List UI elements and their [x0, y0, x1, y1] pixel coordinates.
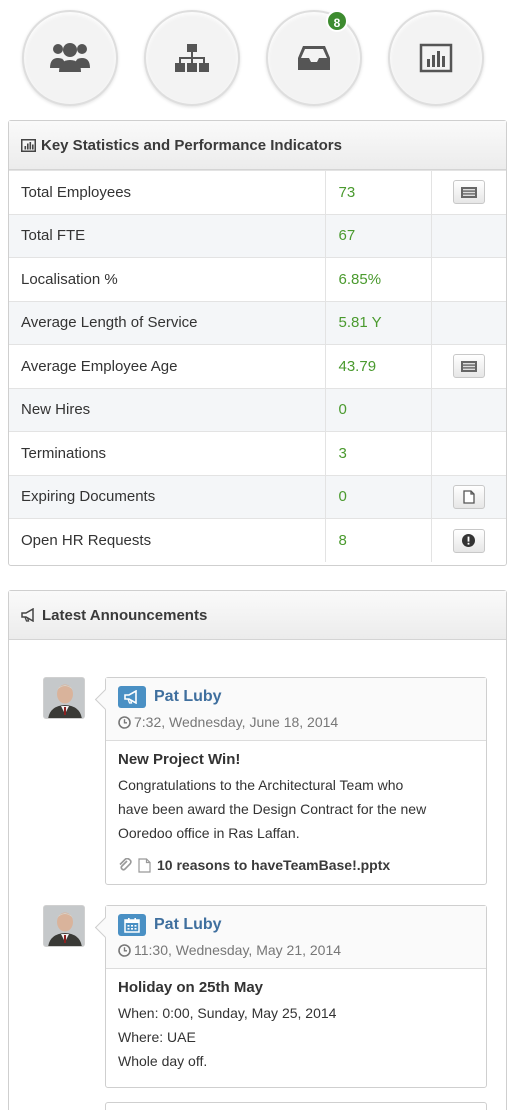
people-button[interactable] [22, 10, 118, 106]
clock-icon [118, 943, 131, 957]
table-row: New Hires 0 [9, 387, 506, 432]
inbox-badge: 8 [326, 10, 348, 32]
table-row: Average Employee Age 43.79 [9, 344, 506, 388]
person-photo-icon [44, 678, 84, 718]
announcement-time: 7:32, Wednesday, June 18, 2014 [134, 714, 339, 730]
stat-label: Total FTE [9, 213, 326, 258]
announcement-header: Pat Luby 11:30, Wednesday, May 21, 2014 [106, 906, 486, 969]
document-icon [463, 490, 475, 504]
org-chart-button[interactable] [144, 10, 240, 106]
text-line: have been award the Design Contract for … [118, 801, 427, 817]
list-icon [460, 360, 477, 372]
stat-label: Expiring Documents [9, 474, 326, 519]
list-button[interactable] [452, 354, 485, 379]
text-line: Congratulations to the Architectural Tea… [118, 777, 404, 793]
announcements-panel-header: Latest Announcements [9, 591, 506, 640]
author-link[interactable]: Pat Luby [154, 688, 222, 706]
stat-value: 43.79 [325, 344, 432, 388]
announcement-title: Holiday on 25th May [118, 979, 264, 996]
list-icon [460, 186, 477, 198]
announcement-time: 11:30, Wednesday, May 21, 2014 [134, 942, 342, 958]
announcement-card [105, 1102, 487, 1110]
requests-button[interactable] [452, 528, 485, 553]
announcements-panel: Latest Announcements Pat Luby 7:32, Wedn… [8, 590, 507, 1110]
megaphone-icon [21, 608, 34, 622]
announcement-title: New Project Win! [118, 751, 241, 768]
text-line: Where: UAE [118, 1029, 196, 1045]
avatar[interactable] [43, 677, 85, 719]
announcement-card: Pat Luby 11:30, Wednesday, May 21, 2014 … [105, 905, 487, 1088]
stat-value: 67 [325, 213, 432, 258]
bar-chart-icon [21, 138, 36, 152]
stats-panel-header: Key Statistics and Performance Indicator… [9, 121, 506, 170]
stat-value: 73 [325, 170, 432, 214]
file-icon [138, 857, 151, 873]
bar-chart-icon [419, 43, 453, 73]
stats-panel: Key Statistics and Performance Indicator… [8, 120, 507, 566]
attachment-name: 10 reasons to haveTeamBase!.pptx [157, 857, 391, 873]
avatar[interactable] [43, 905, 85, 947]
announcement-content: New Project Win! Congratulations to the … [106, 741, 486, 885]
stat-value: 0 [325, 474, 432, 519]
stat-label: Average Employee Age [9, 344, 326, 388]
stat-value: 8 [325, 518, 432, 562]
table-row: Open HR Requests 8 [9, 518, 506, 562]
stat-label: Open HR Requests [9, 518, 326, 562]
stat-value: 6.85% [325, 257, 432, 301]
sitemap-icon [175, 44, 209, 72]
reports-button[interactable] [388, 10, 484, 106]
text-line: Ooredoo office in Ras Laffan. [118, 825, 300, 841]
announcement-type-badge [118, 686, 146, 708]
stats-table: Total Employees 73 Total FTE 67 Localisa… [9, 170, 506, 562]
stat-label: Localisation % [9, 257, 326, 301]
table-row: Average Length of Service 5.81 Y [9, 300, 506, 345]
inbox-button[interactable]: 8 [266, 10, 362, 106]
author-link[interactable]: Pat Luby [154, 916, 222, 934]
announcement-type-badge [118, 914, 146, 936]
people-icon [50, 43, 90, 72]
calendar-icon [124, 917, 140, 933]
table-row: Total FTE 67 [9, 213, 506, 258]
table-row: Total Employees 73 [9, 170, 506, 214]
stat-label: Average Length of Service [9, 300, 326, 345]
announcement-text: When: 0:00, Sunday, May 25, 2014 Where: … [118, 1001, 474, 1073]
announcement-header: Pat Luby 7:32, Wednesday, June 18, 2014 [106, 678, 486, 741]
stat-label: Total Employees [9, 170, 326, 214]
document-button[interactable] [452, 484, 485, 509]
list-button[interactable] [452, 180, 485, 205]
attachment-link[interactable]: 10 reasons to haveTeamBase!.pptx [118, 857, 474, 873]
announcements-panel-title: Latest Announcements [42, 606, 208, 624]
top-nav: 8 [0, 0, 508, 110]
megaphone-icon [124, 690, 137, 704]
inbox-icon [298, 46, 330, 70]
clock-icon [118, 715, 131, 729]
stats-panel-title: Key Statistics and Performance Indicator… [41, 136, 342, 154]
announcements-timeline: Pat Luby 7:32, Wednesday, June 18, 2014 … [9, 640, 506, 1110]
table-row: Terminations 3 [9, 431, 506, 475]
person-photo-icon [44, 906, 84, 946]
exclamation-icon [462, 534, 476, 547]
announcement-content: Holiday on 25th May When: 0:00, Sunday, … [106, 969, 486, 1085]
paperclip-icon [119, 858, 132, 871]
table-row: Expiring Documents 0 [9, 474, 506, 519]
stat-label: Terminations [9, 431, 326, 475]
text-line: When: 0:00, Sunday, May 25, 2014 [118, 1005, 337, 1021]
stat-value: 3 [325, 431, 432, 475]
table-row: Localisation % 6.85% [9, 257, 506, 301]
announcement-card: Pat Luby 7:32, Wednesday, June 18, 2014 … [105, 677, 487, 885]
stat-label: New Hires [9, 387, 326, 432]
stat-value: 5.81 Y [325, 300, 432, 345]
stat-value: 0 [325, 387, 432, 432]
text-line: Whole day off. [118, 1053, 208, 1069]
announcement-text: Congratulations to the Architectural Tea… [118, 773, 474, 845]
